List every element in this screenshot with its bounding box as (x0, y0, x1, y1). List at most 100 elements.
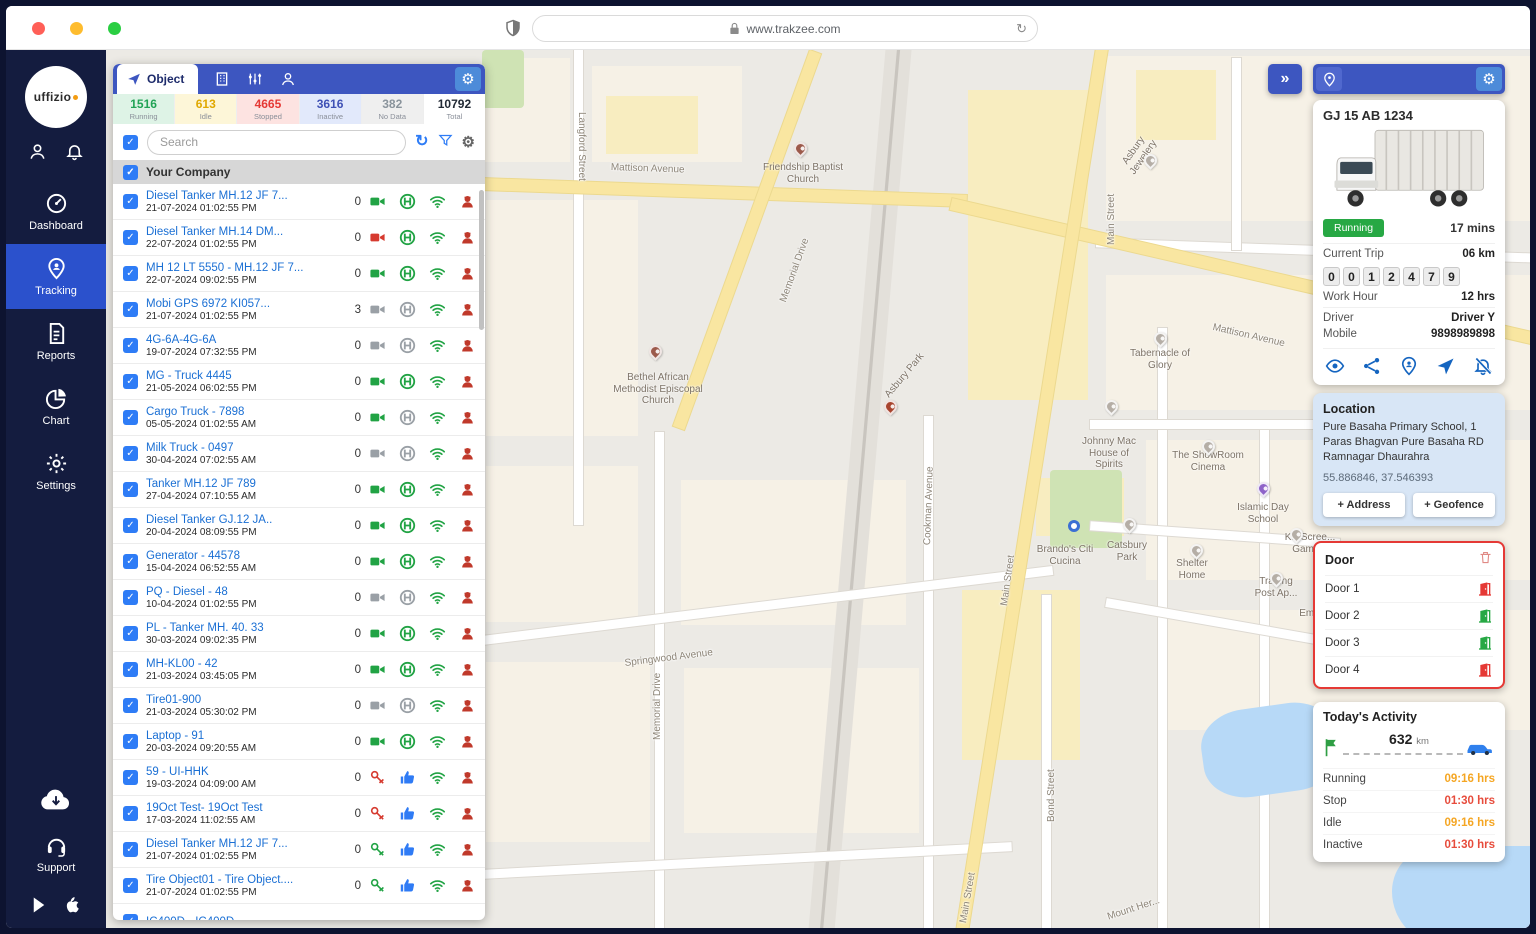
vehicle-row[interactable]: Tire Object01 - Tire Object....21-07-202… (113, 868, 485, 904)
history-icon[interactable] (399, 373, 416, 390)
signal-icon[interactable] (429, 625, 446, 642)
camera-icon[interactable] (369, 409, 386, 426)
signal-icon[interactable] (429, 229, 446, 246)
filter-funnel-icon[interactable] (438, 133, 453, 152)
sidebar-item-settings[interactable]: Settings (6, 439, 106, 504)
notifications-bell-icon[interactable] (65, 142, 84, 161)
signal-icon[interactable] (429, 589, 446, 606)
vehicle-list[interactable]: Diesel Tanker MH.12 JF 7...21-07-2024 01… (113, 184, 485, 920)
vehicle-name[interactable]: 4G-6A-4G-6A (146, 333, 345, 347)
driver-icon[interactable] (459, 301, 476, 318)
signal-icon[interactable] (429, 733, 446, 750)
status-filter-idle[interactable]: 613Idle (175, 94, 236, 124)
vehicle-checkbox[interactable] (123, 806, 138, 821)
door-row[interactable]: Door 1 (1325, 575, 1493, 602)
driver-icon[interactable] (459, 193, 476, 210)
vehicle-row[interactable]: MH 12 LT 5550 - MH.12 JF 7...22-07-2024 … (113, 256, 485, 292)
shield-icon[interactable] (504, 19, 522, 37)
building-tab-icon[interactable] (214, 71, 230, 87)
apple-icon[interactable] (64, 896, 82, 914)
door-row[interactable]: Door 4 (1325, 656, 1493, 683)
door-row[interactable]: Door 2 (1325, 602, 1493, 629)
driver-tab-icon[interactable] (280, 71, 296, 87)
close-window-button[interactable] (32, 22, 45, 35)
camera-icon[interactable] (369, 481, 386, 498)
vehicle-checkbox[interactable] (123, 230, 138, 245)
ignition-key-icon[interactable] (369, 877, 386, 894)
sidebar-item-reports[interactable]: Reports (6, 309, 106, 374)
signal-icon[interactable] (429, 373, 446, 390)
camera-icon[interactable] (369, 517, 386, 534)
camera-icon[interactable] (369, 265, 386, 282)
signal-icon[interactable] (429, 805, 446, 822)
vehicle-row[interactable]: 19Oct Test- 19Oct Test17-03-2024 11:02:5… (113, 796, 485, 832)
search-input[interactable] (147, 130, 406, 155)
vehicle-checkbox[interactable] (123, 770, 138, 785)
vehicle-checkbox[interactable] (123, 338, 138, 353)
tune-filter-icon[interactable] (247, 71, 263, 87)
camera-icon[interactable] (369, 733, 386, 750)
select-all-checkbox[interactable] (123, 135, 138, 150)
thumbs-up-icon[interactable] (399, 877, 416, 894)
thumbs-up-icon[interactable] (399, 769, 416, 786)
history-icon[interactable] (399, 445, 416, 462)
signal-icon[interactable] (429, 445, 446, 462)
history-icon[interactable] (399, 517, 416, 534)
driver-icon[interactable] (459, 841, 476, 858)
vehicle-row[interactable]: Diesel Tanker GJ.12 JA..20-04-2024 08:09… (113, 508, 485, 544)
vehicle-row[interactable]: Laptop - 9120-03-2024 09:20:55 AM0 (113, 724, 485, 760)
signal-icon[interactable] (429, 481, 446, 498)
vehicle-row[interactable]: Diesel Tanker MH.14 DM...22-07-2024 01:0… (113, 220, 485, 256)
signal-icon[interactable] (429, 553, 446, 570)
camera-icon[interactable] (369, 337, 386, 354)
camera-icon[interactable] (369, 553, 386, 570)
vehicle-checkbox[interactable] (123, 626, 138, 641)
history-icon[interactable] (399, 661, 416, 678)
vehicle-checkbox[interactable] (123, 302, 138, 317)
vehicle-row[interactable]: Tire01-90021-03-2024 05:30:02 PM0 (113, 688, 485, 724)
camera-icon[interactable] (369, 193, 386, 210)
vehicle-row[interactable]: Milk Truck - 049730-04-2024 07:02:55 AM0 (113, 436, 485, 472)
vehicle-name[interactable]: 59 - UI-HHK (146, 765, 345, 779)
vehicle-name[interactable]: MH-KL00 - 42 (146, 657, 345, 671)
vehicle-checkbox[interactable] (123, 554, 138, 569)
add-geofence-button[interactable]: + Geofence (1413, 493, 1495, 517)
camera-icon[interactable] (369, 445, 386, 462)
sidebar-item-chart[interactable]: Chart (6, 374, 106, 439)
vehicle-row[interactable]: 59 - UI-HHK19-03-2024 04:09:00 AM0 (113, 760, 485, 796)
camera-icon[interactable] (369, 697, 386, 714)
minimize-window-button[interactable] (70, 22, 83, 35)
signal-icon[interactable] (429, 841, 446, 858)
status-filter-no-data[interactable]: 382No Data (362, 94, 423, 124)
camera-icon[interactable] (369, 301, 386, 318)
vehicle-checkbox[interactable] (123, 698, 138, 713)
vehicle-name[interactable]: MH 12 LT 5550 - MH.12 JF 7... (146, 261, 345, 275)
list-settings-gear-icon[interactable]: ⚙ (462, 135, 475, 150)
vehicle-name[interactable]: Diesel Tanker MH.12 JF 7... (146, 837, 345, 851)
vehicle-checkbox[interactable] (123, 410, 138, 425)
object-pin-tab-icon[interactable] (1316, 67, 1342, 91)
driver-icon[interactable] (459, 769, 476, 786)
history-icon[interactable] (399, 229, 416, 246)
vehicle-row[interactable]: MG - Truck 444521-05-2024 06:02:55 PM0 (113, 364, 485, 400)
history-icon[interactable] (399, 265, 416, 282)
vehicle-name[interactable]: Laptop - 91 (146, 729, 345, 743)
address-bar[interactable]: www.trakzee.com ↻ (532, 15, 1038, 42)
status-filter-stopped[interactable]: 4665Stopped (237, 94, 298, 124)
vehicle-checkbox[interactable] (123, 446, 138, 461)
driver-icon[interactable] (459, 733, 476, 750)
history-icon[interactable] (399, 193, 416, 210)
vehicle-row[interactable]: Generator - 4457815-04-2024 06:52:55 AM0 (113, 544, 485, 580)
vehicle-name[interactable]: IC400D - IC400D (146, 915, 345, 921)
trash-icon[interactable] (1478, 550, 1493, 570)
reload-icon[interactable]: ↻ (1016, 21, 1027, 37)
vehicle-row[interactable]: Diesel Tanker MH.12 JF 7...21-07-2024 01… (113, 184, 485, 220)
tab-object[interactable]: Object (117, 64, 198, 94)
driver-icon[interactable] (459, 553, 476, 570)
app-logo[interactable]: uffizio (25, 66, 87, 128)
vehicle-row[interactable]: Cargo Truck - 789805-05-2024 01:02:55 AM… (113, 400, 485, 436)
vehicle-name[interactable]: Cargo Truck - 7898 (146, 405, 345, 419)
driver-icon[interactable] (459, 517, 476, 534)
history-icon[interactable] (399, 337, 416, 354)
user-icon[interactable] (28, 142, 47, 161)
